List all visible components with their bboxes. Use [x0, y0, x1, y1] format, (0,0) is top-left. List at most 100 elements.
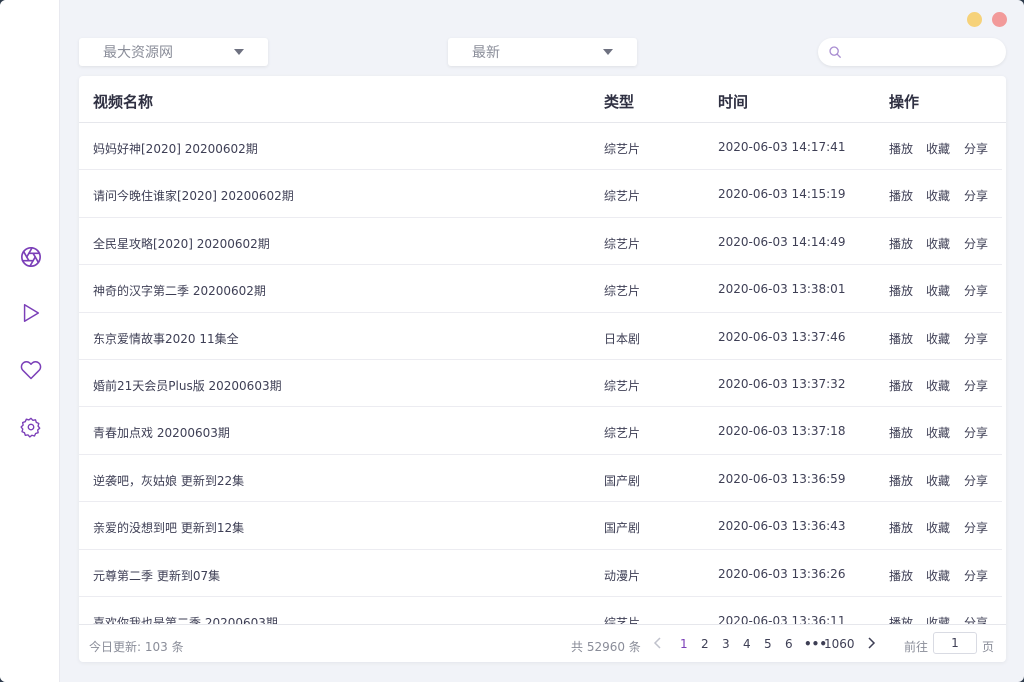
cell-time: 2020-06-03 13:36:26: [718, 566, 846, 581]
table-row: 妈妈好神[2020] 20200602期 综艺片 2020-06-03 14:17:…: [79, 123, 1002, 171]
sidebar-item-favorites[interactable]: [18, 357, 44, 383]
sidebar: [0, 0, 60, 682]
collect-link[interactable]: 收藏: [926, 472, 950, 489]
page-2[interactable]: 2: [701, 637, 709, 651]
cell-name: 青春加点戏 20200603期: [93, 426, 230, 441]
close-button[interactable]: [992, 12, 1007, 27]
collect-link[interactable]: 收藏: [926, 282, 950, 299]
cell-type: 综艺片: [604, 426, 641, 441]
collect-link[interactable]: 收藏: [926, 614, 950, 624]
column-header-actions: 操作: [889, 93, 920, 111]
cell-time: 2020-06-03 13:38:01: [718, 282, 846, 297]
share-link[interactable]: 分享: [964, 282, 988, 299]
table-footer: 今日更新: 103 条 共 52960 条 123456 ••• 1060 前往…: [79, 624, 1006, 662]
share-link[interactable]: 分享: [964, 567, 988, 584]
share-link[interactable]: 分享: [964, 424, 988, 441]
settings-icon: [20, 417, 41, 438]
cell-name: 喜欢你我也是第二季 20200603期: [93, 615, 278, 624]
page-suffix: 页: [982, 640, 995, 654]
chevron-down-icon: [603, 49, 613, 55]
today-updates: 今日更新: 103 条: [89, 640, 184, 654]
cell-type: 国产剧: [604, 521, 641, 536]
cell-name: 逆袭吧，灰姑娘 更新到22集: [93, 473, 245, 488]
cell-name: 请问今晚住谁家[2020] 20200602期: [93, 189, 294, 204]
cell-time: 2020-06-03 14:17:41: [718, 140, 846, 154]
cell-type: 综艺片: [604, 142, 641, 156]
column-header-type: 类型: [604, 93, 635, 111]
play-link[interactable]: 播放: [889, 140, 913, 157]
page-3[interactable]: 3: [722, 637, 730, 651]
next-page-button[interactable]: [866, 637, 876, 652]
play-link[interactable]: 播放: [889, 424, 913, 441]
goto-label: 前往: [904, 640, 929, 654]
table-row: 喜欢你我也是第二季 20200603期 综艺片 2020-06-03 13:36:1…: [79, 597, 1002, 624]
cell-name: 东京爱情故事2020 11集全: [93, 331, 239, 346]
share-link[interactable]: 分享: [964, 330, 988, 347]
cell-type: 日本剧: [604, 331, 641, 346]
video-table-panel: 视频名称 类型 时间 操作 妈妈好神[2020] 20200602期 综艺片 202…: [79, 76, 1006, 662]
cell-name: 神奇的汉字第二季 20200602期: [93, 284, 266, 299]
cell-time: 2020-06-03 13:37:18: [718, 424, 846, 439]
cell-type: 综艺片: [604, 236, 641, 251]
table-row: 元尊第二季 更新到07集 动漫片 2020-06-03 13:36:26 播放 收藏 分享: [79, 550, 1002, 597]
page-6[interactable]: 6: [785, 637, 793, 651]
page-4[interactable]: 4: [743, 637, 751, 651]
collect-link[interactable]: 收藏: [926, 235, 950, 252]
sidebar-item-settings[interactable]: [18, 414, 44, 440]
collect-link[interactable]: 收藏: [926, 424, 950, 441]
search-input[interactable]: [848, 44, 998, 60]
sidebar-item-explore[interactable]: [18, 244, 44, 270]
total-count: 共 52960 条: [571, 640, 641, 654]
goto-page-input[interactable]: [933, 632, 977, 654]
play-link[interactable]: 播放: [889, 282, 913, 299]
play-link[interactable]: 播放: [889, 235, 913, 252]
sidebar-item-play[interactable]: [18, 300, 44, 326]
table-row: 请问今晚住谁家[2020] 20200602期 综艺片 2020-06-03 14:…: [79, 170, 1002, 218]
sort-select[interactable]: 最新: [448, 38, 637, 66]
collect-link[interactable]: 收藏: [926, 567, 950, 584]
page-5[interactable]: 5: [764, 637, 772, 651]
collect-link[interactable]: 收藏: [926, 140, 950, 157]
share-link[interactable]: 分享: [964, 187, 988, 204]
cell-name: 元尊第二季 更新到07集: [93, 568, 221, 583]
share-link[interactable]: 分享: [964, 472, 988, 489]
collect-link[interactable]: 收藏: [926, 187, 950, 204]
play-link[interactable]: 播放: [889, 330, 913, 347]
cell-type: 综艺片: [604, 615, 641, 624]
table-row: 亲爱的没想到吧 更新到12集 国产剧 2020-06-03 13:36:43 播放 收藏…: [79, 502, 1002, 550]
heart-icon: [20, 361, 42, 380]
minimize-button[interactable]: [967, 12, 982, 27]
cell-type: 动漫片: [604, 568, 641, 583]
share-link[interactable]: 分享: [964, 519, 988, 536]
share-link[interactable]: 分享: [964, 377, 988, 394]
source-select[interactable]: 最大资源网: [79, 38, 268, 66]
play-link[interactable]: 播放: [889, 614, 913, 624]
table-row: 神奇的汉字第二季 20200602期 综艺片 2020-06-03 13:38:01…: [79, 265, 1002, 313]
play-icon: [23, 304, 40, 322]
play-link[interactable]: 播放: [889, 567, 913, 584]
table-row: 逆袭吧，灰姑娘 更新到22集 国产剧 2020-06-03 13:36:59 播放 收藏…: [79, 455, 1002, 503]
share-link[interactable]: 分享: [964, 140, 988, 157]
prev-page-button[interactable]: [653, 637, 663, 652]
table-header: 视频名称 类型 时间 操作: [79, 76, 1006, 123]
source-select-value: 最大资源网: [103, 45, 173, 61]
play-link[interactable]: 播放: [889, 377, 913, 394]
collect-link[interactable]: 收藏: [926, 330, 950, 347]
share-link[interactable]: 分享: [964, 614, 988, 624]
cell-type: 国产剧: [604, 473, 641, 488]
app-window: 最大资源网 最新 视频名称 类型 时间 操作 妈妈好神[2020] 202006…: [0, 0, 1024, 682]
search-icon: [829, 46, 841, 58]
cell-type: 综艺片: [604, 189, 641, 204]
collect-link[interactable]: 收藏: [926, 377, 950, 394]
page-last[interactable]: 1060: [824, 637, 855, 651]
column-header-name: 视频名称: [93, 93, 154, 111]
cell-name: 婚前21天会员Plus版 20200603期: [93, 378, 282, 393]
share-link[interactable]: 分享: [964, 235, 988, 252]
play-link[interactable]: 播放: [889, 519, 913, 536]
table-body: 妈妈好神[2020] 20200602期 综艺片 2020-06-03 14:17:…: [79, 123, 1006, 624]
page-1[interactable]: 1: [680, 637, 688, 651]
play-link[interactable]: 播放: [889, 187, 913, 204]
cell-type: 综艺片: [604, 284, 641, 299]
collect-link[interactable]: 收藏: [926, 519, 950, 536]
play-link[interactable]: 播放: [889, 472, 913, 489]
